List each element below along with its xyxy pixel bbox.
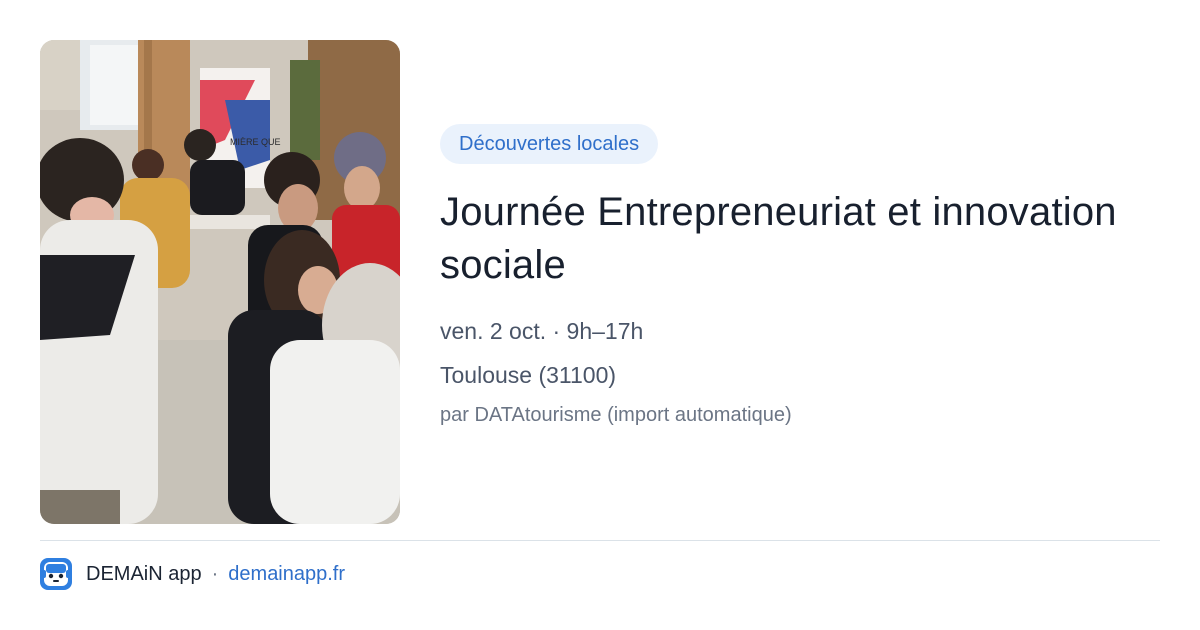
footer-separator: · bbox=[211, 562, 219, 585]
demain-app-logo-icon[interactable] bbox=[40, 558, 72, 590]
event-title[interactable]: Journée Entrepreneuriat et innovation so… bbox=[440, 186, 1160, 292]
app-website-link[interactable]: demainapp.fr bbox=[228, 563, 345, 586]
event-source: par DATAtourisme (import automatique) bbox=[440, 404, 792, 426]
category-badge[interactable]: Découvertes locales bbox=[440, 124, 659, 164]
app-name: DEMAiN app bbox=[86, 562, 202, 585]
banner-text: MIÈRE QUE bbox=[230, 137, 281, 147]
event-photo[interactable]: MIÈRE QUE bbox=[40, 40, 400, 524]
footer-divider bbox=[40, 540, 1160, 541]
event-date-time: ven. 2 oct. · 9h–17h bbox=[440, 318, 644, 344]
event-info: Découvertes locales Journée Entrepreneur… bbox=[440, 124, 1160, 428]
footer: DEMAiN app · demainapp.fr bbox=[40, 558, 345, 590]
event-location: Toulouse (31100) bbox=[440, 362, 617, 388]
event-photo-illustration: MIÈRE QUE bbox=[40, 40, 400, 524]
